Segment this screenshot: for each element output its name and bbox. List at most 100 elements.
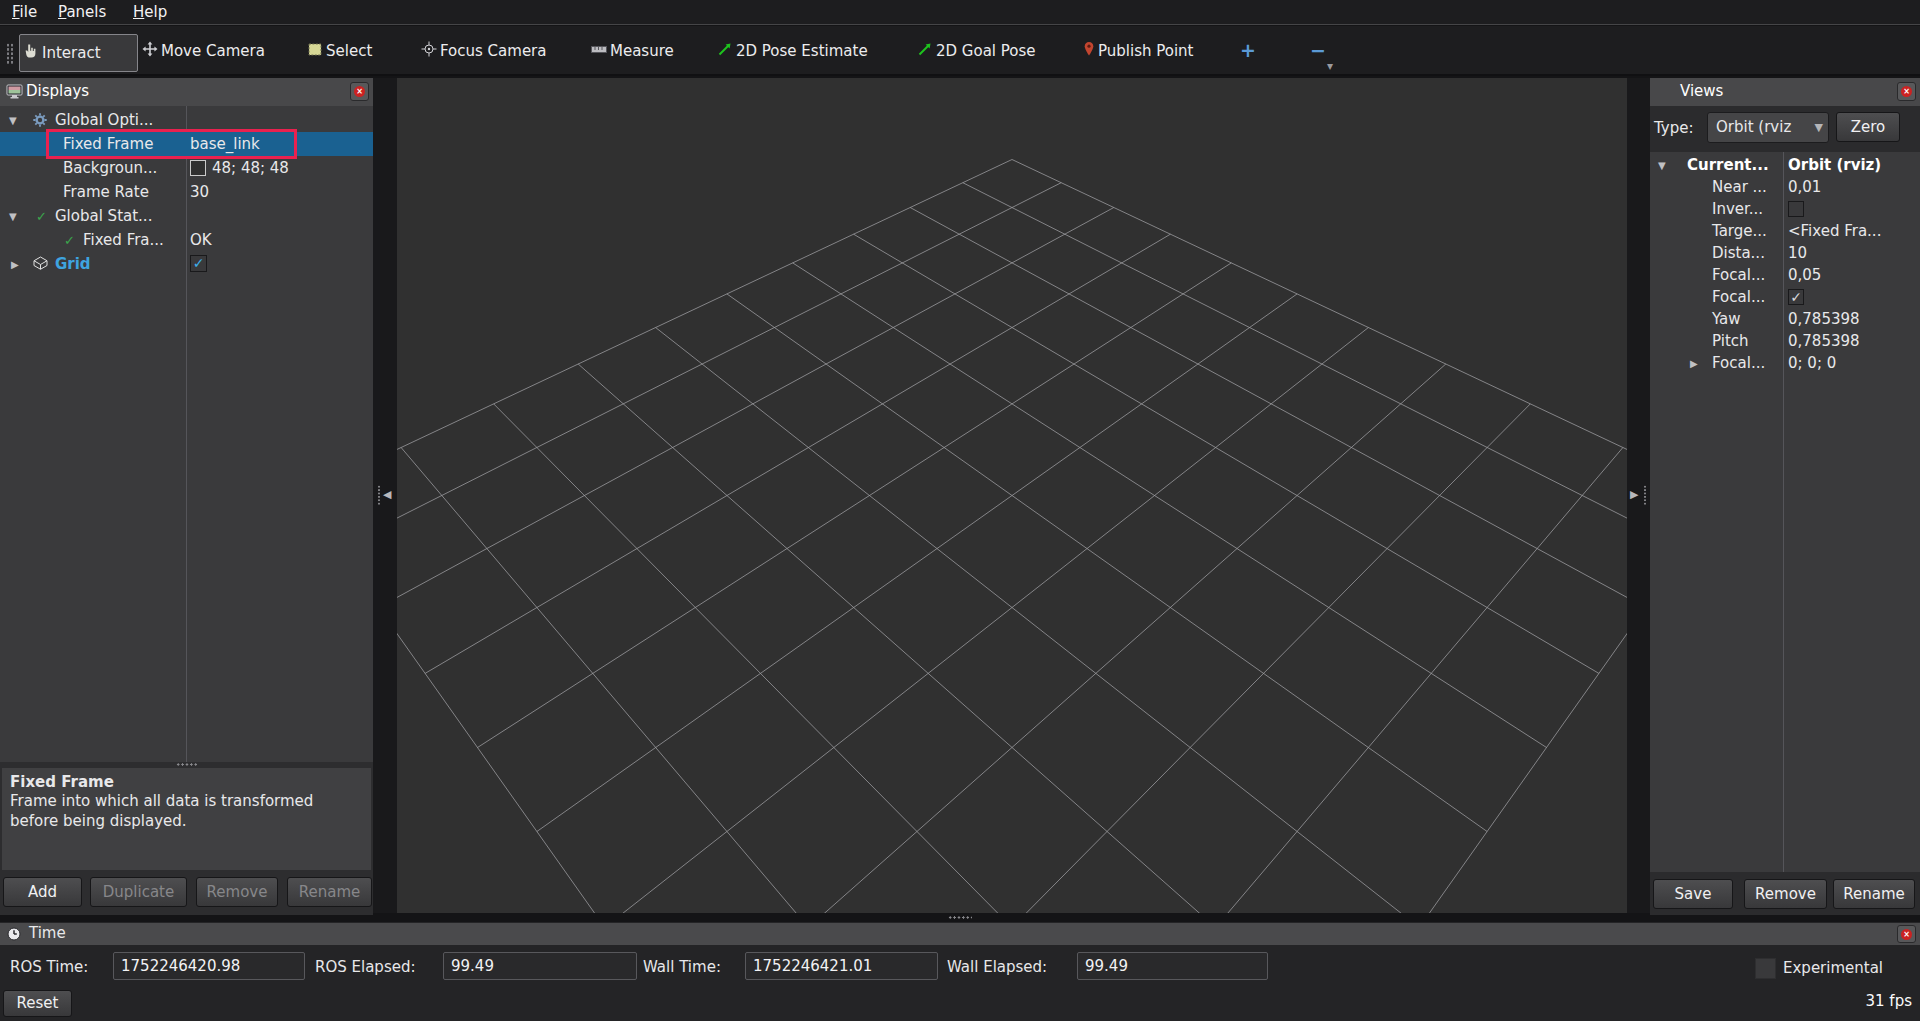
tool-select[interactable]: Select — [307, 26, 372, 76]
wall-time-field[interactable]: 1752246421.01 — [745, 952, 938, 980]
row-label: Focal... — [1712, 354, 1765, 372]
monitor-icon — [6, 83, 24, 105]
tree-row-target-frame[interactable]: Targe... <Fixed Fra... — [1650, 220, 1920, 242]
tool-label: Publish Point — [1098, 42, 1193, 60]
wall-time-label: Wall Time: — [643, 958, 721, 976]
tree-row-focal-shape-fixed[interactable]: Focal... ✓ — [1650, 286, 1920, 308]
ros-time-field[interactable]: 1752246420.98 — [113, 952, 305, 980]
row-label: Fixed Fra... — [83, 231, 164, 249]
tree-row-grid[interactable]: ▶ Grid ✓ — [0, 252, 373, 276]
tree-row-yaw[interactable]: Yaw 0,785398 — [1650, 308, 1920, 330]
row-value[interactable]: 0,05 — [1788, 266, 1821, 284]
row-value[interactable]: base_link — [190, 135, 260, 153]
experimental-checkbox[interactable] — [1755, 958, 1776, 979]
close-time-button[interactable]: × — [1897, 925, 1916, 943]
row-value[interactable]: 0,785398 — [1788, 332, 1860, 350]
invert-z-checkbox[interactable] — [1788, 201, 1804, 217]
menu-file[interactable]: File — [12, 3, 37, 21]
time-panel-header: Time × — [0, 923, 1920, 945]
rename-view-button[interactable]: Rename — [1833, 879, 1915, 909]
grid-enabled-checkbox[interactable]: ✓ — [190, 255, 207, 272]
toolbar-drag-handle[interactable] — [6, 43, 14, 64]
duplicate-button[interactable]: Duplicate — [90, 877, 187, 907]
color-swatch[interactable] — [190, 160, 206, 176]
menu-panels[interactable]: Panels — [58, 3, 106, 21]
remove-button[interactable]: Remove — [196, 877, 278, 907]
row-value: Orbit (rviz) — [1788, 156, 1881, 174]
chevron-down-icon[interactable]: ▾ — [1327, 59, 1333, 73]
view-type-dropdown[interactable]: Orbit (rviz ▼ — [1707, 112, 1829, 143]
left-splitter[interactable]: ◀ — [373, 78, 397, 913]
splitter-dots — [1643, 485, 1647, 505]
bottom-splitter-handle[interactable] — [948, 915, 972, 920]
row-label: Global Opti... — [55, 111, 153, 129]
row-value[interactable]: 0,01 — [1788, 178, 1821, 196]
wall-elapsed-field[interactable]: 99.49 — [1077, 952, 1268, 980]
3d-viewport[interactable] — [397, 78, 1627, 913]
wall-elapsed-label: Wall Elapsed: — [947, 958, 1047, 976]
zero-button[interactable]: Zero — [1836, 112, 1900, 142]
tool-measure[interactable]: Measure — [591, 26, 674, 76]
menu-help[interactable]: Help — [133, 3, 167, 21]
tree-row-background-color[interactable]: Backgroun... 48; 48; 48 — [0, 156, 373, 180]
tree-row-fixed-frame-status[interactable]: ✓ Fixed Fra... OK — [0, 228, 373, 252]
collapse-right-icon[interactable]: ▶ — [1630, 488, 1638, 501]
right-splitter[interactable]: ▶ — [1627, 78, 1650, 913]
tree-row-invert-z[interactable]: Inver... — [1650, 198, 1920, 220]
row-label: Backgroun... — [63, 159, 157, 177]
ground-grid — [397, 78, 1627, 913]
tree-row-focal-point[interactable]: ▶ Focal... 0; 0; 0 — [1650, 352, 1920, 374]
tool-interact[interactable]: Interact — [19, 34, 138, 72]
add-tool-button[interactable]: + — [1240, 39, 1256, 61]
close-views-button[interactable]: × — [1897, 82, 1916, 101]
tool-focus-camera[interactable]: Focus Camera — [421, 26, 546, 76]
rename-button[interactable]: Rename — [287, 877, 372, 907]
chevron-right-icon[interactable]: ▶ — [1690, 358, 1698, 369]
grid-icon — [33, 256, 48, 275]
reset-button[interactable]: Reset — [3, 990, 72, 1017]
tree-row-pitch[interactable]: Pitch 0,785398 — [1650, 330, 1920, 352]
tree-row-global-options[interactable]: ▼ Global Opti... — [0, 108, 373, 132]
description-title: Fixed Frame — [10, 773, 363, 791]
row-label: Current... — [1687, 156, 1769, 174]
add-button[interactable]: Add — [3, 877, 82, 907]
row-value[interactable]: 48; 48; 48 — [212, 159, 289, 177]
tool-move-camera[interactable]: Move Camera — [142, 26, 265, 76]
chevron-down-icon[interactable]: ▼ — [9, 115, 17, 126]
chevron-down-icon[interactable]: ▼ — [9, 211, 17, 222]
map-pin-icon — [1083, 41, 1095, 62]
focal-fixed-checkbox[interactable]: ✓ — [1788, 289, 1804, 305]
remove-view-button[interactable]: Remove — [1744, 879, 1827, 909]
tree-row-near-clip[interactable]: Near ... 0,01 — [1650, 176, 1920, 198]
ros-elapsed-label: ROS Elapsed: — [315, 958, 416, 976]
tree-row-frame-rate[interactable]: Frame Rate 30 — [0, 180, 373, 204]
close-displays-button[interactable]: × — [350, 82, 369, 101]
row-label: Frame Rate — [63, 183, 149, 201]
menu-bar: File Panels Help — [0, 0, 1920, 25]
tree-row-fixed-frame[interactable]: Fixed Frame base_link — [0, 132, 373, 156]
save-button[interactable]: Save — [1653, 879, 1733, 909]
row-value[interactable]: 0,785398 — [1788, 310, 1860, 328]
collapse-left-icon[interactable]: ◀ — [383, 488, 391, 501]
row-label: Near ... — [1712, 178, 1767, 196]
row-label: Global Stat... — [55, 207, 152, 225]
tool-2d-pose-estimate[interactable]: 2D Pose Estimate — [717, 26, 868, 76]
tree-row-global-status[interactable]: ▼ ✓ Global Stat... — [0, 204, 373, 228]
chevron-down-icon[interactable]: ▼ — [1658, 160, 1666, 171]
tool-publish-point[interactable]: Publish Point — [1083, 26, 1193, 76]
row-value[interactable]: 10 — [1788, 244, 1807, 262]
dropdown-value: Orbit (rviz — [1716, 118, 1791, 136]
row-value[interactable]: 30 — [190, 183, 209, 201]
displays-tree: ▼ Global Opti... Fixed Frame base_link B… — [0, 106, 373, 762]
row-value[interactable]: <Fixed Fra... — [1788, 222, 1881, 240]
chevron-right-icon[interactable]: ▶ — [11, 259, 19, 270]
splitter-handle[interactable] — [176, 762, 198, 767]
row-value[interactable]: 0; 0; 0 — [1788, 354, 1836, 372]
tool-2d-goal-pose[interactable]: 2D Goal Pose — [917, 26, 1036, 76]
tree-row-distance[interactable]: Dista... 10 — [1650, 242, 1920, 264]
remove-tool-button[interactable]: − — [1310, 39, 1326, 61]
tree-row-focal-shape-size[interactable]: Focal... 0,05 — [1650, 264, 1920, 286]
check-icon: ✓ — [36, 209, 47, 224]
tree-row-current-view[interactable]: ▼ Current... Orbit (rviz) — [1650, 154, 1920, 176]
ros-elapsed-field[interactable]: 99.49 — [443, 952, 637, 980]
